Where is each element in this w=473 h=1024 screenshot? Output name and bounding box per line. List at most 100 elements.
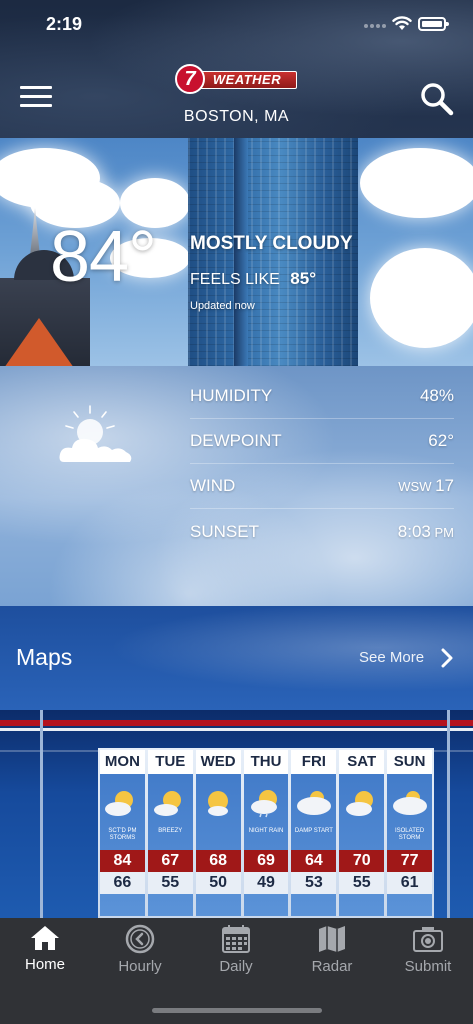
detail-label: SUNSET <box>190 521 259 541</box>
maps-title: Maps <box>16 644 73 670</box>
tab-home[interactable]: Home <box>5 924 85 984</box>
feels-like-label: FEELS LIKE <box>190 271 280 288</box>
forecast-day-name: THU <box>243 750 289 774</box>
tab-label: Submit <box>404 958 452 975</box>
cellular-signal-icon <box>364 24 386 28</box>
maps-section-header: Maps See More <box>0 606 473 710</box>
forecast-day: FRI DAMP START 64 53 <box>291 750 337 916</box>
tab-submit[interactable]: Submit <box>388 924 468 984</box>
mostly-sunny-icon <box>208 791 229 816</box>
wind-direction: WSW <box>398 479 436 494</box>
tab-label: Home <box>24 956 65 973</box>
forecast-day-name: WED <box>195 750 241 774</box>
forecast-low: 61 <box>387 872 433 894</box>
forecast-low: 49 <box>243 872 289 894</box>
seven-day-forecast-board: MON SCT'D PM STORMS 84 66 TUE BREEZY 67 … <box>98 748 434 918</box>
forecast-note: ISOLATED STORM <box>394 828 425 841</box>
detail-label: HUMIDITY <box>190 386 273 405</box>
tab-radar[interactable]: Radar <box>292 924 372 984</box>
detail-value: 62° <box>428 431 454 450</box>
forecast-day: WED 68 50 <box>195 750 241 916</box>
sunset-row: SUNSET 8:03 PM <box>190 509 454 554</box>
current-conditions-hero: 84° MOSTLY CLOUDY FEELS LIKE 85° Updated… <box>0 138 473 366</box>
cloud-shape <box>360 148 473 218</box>
forecast-high: 64 <box>291 850 337 872</box>
status-time: 2:19 <box>46 14 83 34</box>
detail-value: 8:03 PM <box>398 522 454 542</box>
forecast-note: BREEZY <box>158 828 183 834</box>
forecast-day-name: FRI <box>291 750 337 774</box>
cloudy-icon <box>296 791 331 815</box>
current-condition: MOSTLY CLOUDY <box>190 233 353 254</box>
detail-value: WSW 17 <box>398 476 454 496</box>
forecast-low: 55 <box>339 872 385 894</box>
forecast-day: MON SCT'D PM STORMS 84 66 <box>100 750 145 916</box>
detail-value: 48% <box>419 386 454 405</box>
forecast-day-name: SUN <box>387 750 433 774</box>
partly-cloudy-icon <box>59 405 132 462</box>
forecast-day-name: SAT <box>339 750 385 774</box>
feels-like-value: 85° <box>290 269 316 288</box>
forecast-note <box>216 828 220 846</box>
forecast-high: 84 <box>100 850 145 872</box>
forecast-high: 70 <box>339 850 385 872</box>
sunset-time: 8:03 <box>397 521 431 541</box>
see-more-link[interactable]: See More <box>359 649 424 666</box>
forecast-low: 55 <box>147 872 193 894</box>
current-temperature: 84° <box>50 217 157 297</box>
cloud-shape <box>370 248 473 348</box>
forecast-note: NIGHT RAIN <box>248 828 284 834</box>
forecast-high: 69 <box>243 850 289 872</box>
forecast-low: 53 <box>291 872 337 894</box>
forecast-low: 50 <box>195 872 241 894</box>
status-bar: 2:19 <box>0 14 473 38</box>
logo-wordmark: WEATHER <box>197 71 297 89</box>
camera-icon <box>413 927 443 952</box>
chevron-right-icon[interactable] <box>440 648 454 668</box>
forecast-note: DAMP START <box>294 828 333 834</box>
forecast-day: SAT 70 55 <box>339 750 385 916</box>
sunset-meridiem: PM <box>430 524 454 540</box>
forecast-note: SCT'D PM STORMS <box>108 828 137 841</box>
forecast-day: TUE BREEZY 67 55 <box>147 750 193 916</box>
forecast-day-name: MON <box>100 750 145 774</box>
forecast-high: 67 <box>147 850 193 872</box>
search-icon[interactable] <box>420 82 454 116</box>
wind-row: WIND WSW 17 <box>190 464 454 509</box>
partly-cloudy-icon <box>154 791 182 816</box>
detail-rows: HUMIDITY 48% DEWPOINT 62° WIND WSW 17 SU… <box>190 374 454 554</box>
forecast-high: 77 <box>387 850 433 872</box>
map-icon <box>319 926 345 952</box>
location-label[interactable]: BOSTON, MA <box>0 108 473 126</box>
forecast-day: SUN ISOLATED STORM 77 61 <box>387 750 433 916</box>
humidity-row: HUMIDITY 48% <box>190 374 454 419</box>
wifi-icon <box>392 16 412 30</box>
app-header: 2:19 WEATHER 7 BOSTON, MA <box>0 0 473 138</box>
clock-icon <box>125 924 155 954</box>
wind-speed: 17 <box>435 476 454 495</box>
detail-label: WIND <box>190 476 236 495</box>
cloudy-icon <box>392 791 427 815</box>
home-indicator[interactable] <box>152 1008 322 1013</box>
feels-like: FEELS LIKE 85° <box>190 269 316 289</box>
tab-daily[interactable]: Daily <box>196 924 276 984</box>
updated-text: Updated now <box>190 300 255 312</box>
tab-label: Hourly <box>118 958 162 975</box>
tab-hourly[interactable]: Hourly <box>100 924 180 984</box>
calendar-icon <box>222 925 250 953</box>
conditions-details: HUMIDITY 48% DEWPOINT 62° WIND WSW 17 SU… <box>0 366 473 606</box>
forecast-low: 66 <box>100 872 145 894</box>
logo-seven: 7 <box>175 64 205 94</box>
partly-cloudy-icon <box>345 791 373 816</box>
forecast-high: 68 <box>195 850 241 872</box>
forecast-note <box>360 828 364 846</box>
dewpoint-row: DEWPOINT 62° <box>190 419 454 464</box>
home-icon <box>31 926 59 950</box>
forecast-day: THU NIGHT RAIN 69 49 <box>243 750 289 916</box>
tab-label: Daily <box>219 958 253 975</box>
tab-label: Radar <box>311 958 353 975</box>
station-logo: WEATHER 7 <box>175 64 299 94</box>
menu-button[interactable] <box>20 86 52 108</box>
partly-cloudy-rain-icon <box>251 790 277 818</box>
forecast-map-preview[interactable]: MON SCT'D PM STORMS 84 66 TUE BREEZY 67 … <box>0 710 473 918</box>
